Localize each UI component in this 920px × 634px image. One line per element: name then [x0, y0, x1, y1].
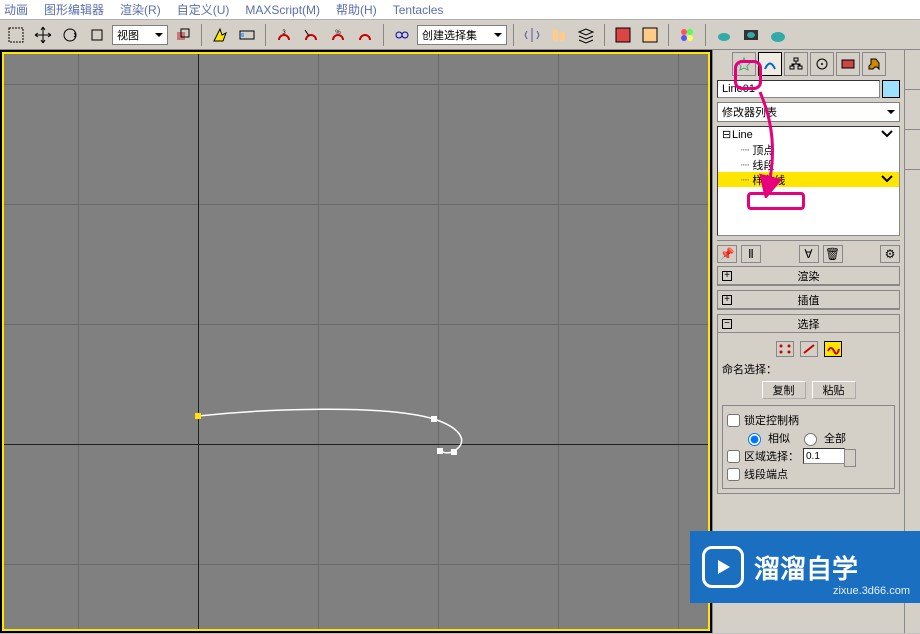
make-unique-icon[interactable]: ∀ [799, 245, 819, 263]
rollout-interp-header[interactable]: +插值 [718, 291, 899, 309]
segment-end-label: 线段端点 [744, 466, 788, 482]
rollout-selection-header[interactable]: −选择 [718, 315, 899, 333]
quick-render-icon[interactable] [766, 23, 790, 47]
mirror-icon[interactable] [520, 23, 544, 47]
stack-toolbar: 📌 Ⅱ ∀ 🗑 ⚙ [717, 240, 900, 262]
chevron-icon [881, 128, 893, 141]
move-icon[interactable] [31, 23, 55, 47]
side-tab-2[interactable] [905, 90, 920, 130]
area-select-label: 区域选择： [744, 448, 799, 464]
menu-help[interactable]: 帮助(H) [336, 1, 377, 18]
pivot-icon[interactable] [171, 23, 195, 47]
render-frame-icon[interactable] [739, 23, 763, 47]
modify-tab-icon[interactable] [758, 52, 782, 76]
curve-editor-icon[interactable] [611, 23, 635, 47]
axis-y [198, 54, 199, 629]
object-name-input[interactable] [717, 80, 880, 98]
select-object-icon[interactable] [4, 23, 28, 47]
segment-level-icon[interactable] [800, 341, 818, 357]
stack-sub-segment[interactable]: ·····线段 [718, 157, 899, 172]
object-color-swatch[interactable] [882, 80, 900, 98]
layers-icon[interactable] [574, 23, 598, 47]
snap-percent-icon[interactable]: % [326, 23, 350, 47]
rotate-icon[interactable] [58, 23, 82, 47]
lock-handles-checkbox[interactable] [727, 414, 740, 427]
utilities-tab-icon[interactable] [862, 52, 886, 76]
keyboard-shortcut-icon[interactable] [235, 23, 259, 47]
menu-tentacles[interactable]: Tentacles [393, 3, 444, 17]
all-label: 全部 [824, 430, 846, 446]
snap-angle-icon[interactable] [299, 23, 323, 47]
pin-stack-icon[interactable]: 📌 [717, 245, 737, 263]
create-tab-icon[interactable] [732, 52, 756, 76]
motion-tab-icon[interactable] [810, 52, 834, 76]
named-selection-dropdown[interactable]: 创建选择集 [417, 25, 507, 45]
hierarchy-tab-icon[interactable] [784, 52, 808, 76]
similar-radio[interactable] [748, 433, 761, 446]
subobject-level-icons [722, 341, 895, 357]
menu-animation[interactable]: 动画 [4, 1, 28, 18]
display-tab-icon[interactable] [836, 52, 860, 76]
spinner-snap-icon[interactable] [353, 23, 377, 47]
watermark-url: zixue.3d66.com [833, 585, 910, 597]
lock-handles-label: 锁定控制柄 [744, 412, 799, 428]
chevron-icon [881, 173, 893, 186]
vertex-2[interactable] [431, 416, 437, 422]
align-icon[interactable] [547, 23, 571, 47]
render-setup-icon[interactable] [712, 23, 736, 47]
viewport[interactable] [2, 52, 710, 631]
axis-x [4, 444, 708, 445]
scale-icon[interactable] [85, 23, 109, 47]
schematic-view-icon[interactable] [638, 23, 662, 47]
stack-item-line[interactable]: ⊟ Line [718, 127, 899, 142]
edit-named-sel-icon[interactable] [390, 23, 414, 47]
modifier-list-dropdown[interactable]: 修改器列表 [717, 102, 900, 122]
menu-graph-editors[interactable]: 图形编辑器 [44, 1, 104, 18]
command-panel-tabs [713, 50, 904, 78]
side-tab-3[interactable] [905, 130, 920, 170]
reference-coord-dropdown[interactable]: 视图 [112, 25, 168, 45]
vertex-3[interactable] [451, 449, 457, 455]
area-select-spinner[interactable]: 0.1 [803, 448, 845, 464]
vertex-start[interactable] [195, 413, 201, 419]
similar-label: 相似 [768, 430, 790, 446]
svg-text:%: % [335, 30, 341, 36]
side-tab-1[interactable] [905, 50, 920, 90]
menu-rendering[interactable]: 渲染(R) [120, 1, 161, 18]
rollout-render: +渲染 [717, 266, 900, 286]
show-end-result-icon[interactable]: Ⅱ [741, 245, 761, 263]
all-radio[interactable] [804, 433, 817, 446]
play-icon [702, 546, 744, 588]
viewport-container [0, 50, 712, 633]
configure-sets-icon[interactable]: ⚙ [880, 245, 900, 263]
rollout-render-header[interactable]: +渲染 [718, 267, 899, 285]
spline-line01[interactable] [4, 54, 714, 634]
main-toolbar: 视图 3 % 创建选择集 [0, 20, 920, 50]
material-editor-icon[interactable] [675, 23, 699, 47]
menu-bar: 动画 图形编辑器 渲染(R) 自定义(U) MAXScript(M) 帮助(H)… [0, 0, 920, 20]
watermark-title: 溜溜自学 [754, 549, 858, 586]
area-select-checkbox[interactable] [727, 450, 740, 463]
select-manipulate-icon[interactable] [208, 23, 232, 47]
segment-end-checkbox[interactable] [727, 468, 740, 481]
copy-button[interactable]: 复制 [762, 381, 806, 399]
vertex-level-icon[interactable] [776, 341, 794, 357]
rollout-selection: −选择 命名选择： 复制 粘贴 [717, 314, 900, 494]
vertex-end[interactable] [437, 448, 443, 454]
menu-maxscript[interactable]: MAXScript(M) [245, 3, 320, 17]
rollout-interpolation: +插值 [717, 290, 900, 310]
stack-sub-spline[interactable]: ·····样条线 [718, 172, 899, 187]
spline-level-icon[interactable] [824, 341, 842, 357]
remove-modifier-icon[interactable]: 🗑 [823, 245, 843, 263]
stack-sub-vertex[interactable]: ·····顶点 [718, 142, 899, 157]
named-selection-label: 命名选择： [722, 361, 895, 377]
snap-3d-icon[interactable]: 3 [272, 23, 296, 47]
modifier-stack[interactable]: ⊟ Line ·····顶点 ·····线段 ·····样条线 [717, 126, 900, 236]
watermark: 溜溜自学 zixue.3d66.com [690, 531, 920, 603]
menu-customize[interactable]: 自定义(U) [177, 1, 230, 18]
paste-button[interactable]: 粘贴 [812, 381, 856, 399]
